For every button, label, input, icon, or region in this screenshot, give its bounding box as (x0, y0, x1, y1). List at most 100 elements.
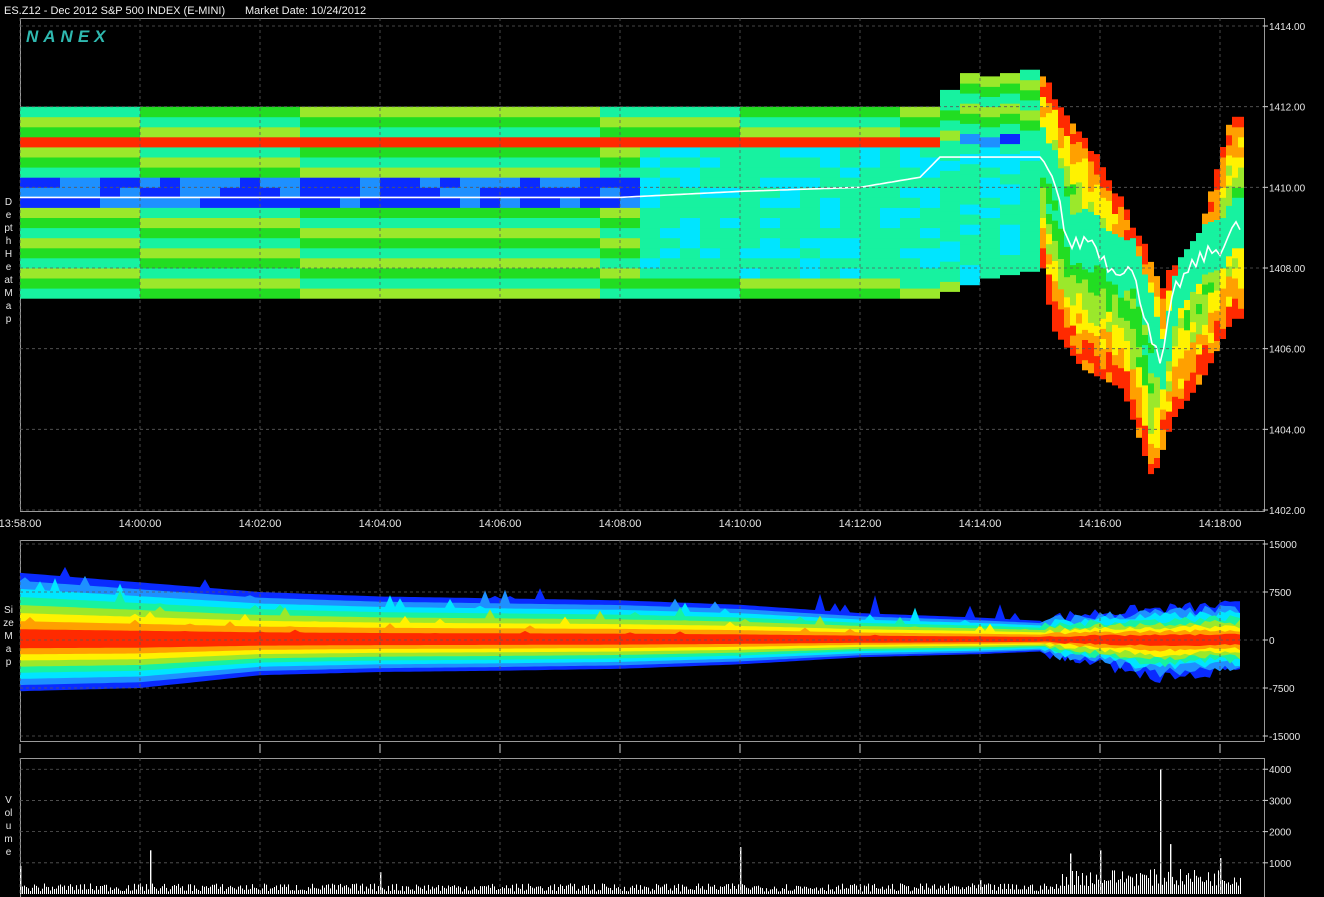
volume-bar (442, 885, 443, 894)
heat-cell (640, 147, 660, 158)
heat-cell (760, 177, 780, 188)
heat-cell (820, 278, 840, 289)
heat-cell (1088, 171, 1094, 182)
heat-cell (400, 257, 420, 269)
heat-cell (360, 288, 380, 299)
heat-cell (120, 126, 140, 138)
volume-bar (1190, 878, 1191, 894)
volume-bar (736, 888, 737, 894)
heat-cell (1202, 223, 1208, 235)
heat-cell (620, 197, 640, 208)
volume-bar (1132, 877, 1133, 894)
heat-cell (200, 157, 220, 168)
heat-cell (640, 278, 660, 289)
volume-bar (284, 884, 285, 894)
heat-cell (1052, 250, 1058, 261)
heat-cell (860, 217, 880, 229)
heat-cell (940, 180, 960, 192)
heat-cell (300, 257, 320, 269)
heat-cell (500, 227, 520, 239)
heat-cell (100, 197, 120, 208)
heat-cell (940, 160, 960, 171)
heat-cell (1124, 310, 1130, 321)
heat-cell (1172, 295, 1178, 307)
heat-cell (480, 288, 500, 299)
heat-cell (780, 157, 800, 168)
heat-cell (1184, 279, 1190, 290)
heat-cell (360, 177, 380, 188)
heat-cell (1100, 358, 1106, 370)
volume-bar (672, 890, 673, 894)
heat-cell (880, 288, 900, 299)
heat-cell (1118, 206, 1124, 217)
heat-cell (1070, 345, 1076, 356)
volume-bar (874, 883, 875, 894)
heat-cell (60, 257, 80, 269)
volume-bar (480, 886, 481, 894)
volume-bar (838, 885, 839, 894)
heat-cell (1148, 302, 1154, 313)
heat-cell (1020, 110, 1040, 121)
heat-cell (760, 157, 780, 168)
volume-bar (670, 888, 671, 894)
heat-cell (1118, 347, 1124, 359)
volume-bar (46, 886, 47, 894)
heat-cell (1136, 387, 1142, 398)
heat-cell (420, 116, 440, 128)
heat-cell (840, 106, 860, 118)
heat-cell (280, 217, 300, 229)
heat-cell (140, 288, 160, 299)
heat-cell (180, 247, 200, 259)
volume-bar (254, 887, 255, 894)
heat-cell (1130, 288, 1136, 299)
heat-cell (1118, 367, 1124, 379)
heat-cell (480, 116, 500, 128)
volume-bar (212, 884, 213, 894)
volume-bar (1050, 886, 1051, 894)
heat-cell (220, 237, 240, 249)
heat-cell (40, 197, 60, 208)
heat-cell (1046, 82, 1052, 93)
heat-cell (1040, 207, 1046, 218)
volume-bar (834, 891, 835, 894)
heat-cell (560, 217, 580, 229)
heat-cell (600, 167, 620, 178)
heat-cell (1020, 231, 1040, 242)
volume-bar (684, 886, 685, 894)
volume-bar (474, 886, 475, 894)
heat-cell (1100, 328, 1106, 339)
volume-bar (726, 884, 727, 894)
heat-cell (380, 167, 400, 178)
heat-cell (500, 187, 520, 198)
volume-bar (666, 883, 667, 894)
volume-bar (172, 886, 173, 894)
heat-cell (1214, 179, 1220, 190)
heat-cell (1226, 245, 1232, 257)
heat-cell (960, 234, 980, 245)
volume-bar (720, 886, 721, 894)
volume-bar (92, 889, 93, 894)
volume-bar (678, 883, 679, 894)
heat-cell (960, 173, 980, 185)
heat-cell (740, 177, 760, 188)
heat-cell (500, 268, 520, 279)
heat-cell (520, 167, 540, 178)
heat-cell (840, 147, 860, 158)
volume-bar (414, 890, 415, 894)
heat-cell (640, 177, 660, 188)
heat-cell (180, 278, 200, 289)
heat-cell (20, 147, 40, 158)
heat-cell (1220, 268, 1226, 279)
heat-cell (160, 116, 180, 128)
volume-bar (574, 883, 575, 894)
volume-bar (438, 885, 439, 894)
heat-cell (400, 207, 420, 218)
heat-cell (860, 247, 880, 259)
heat-cell (1064, 165, 1070, 177)
heat-cell (800, 227, 820, 239)
volume-bar (974, 885, 975, 894)
heat-cell (160, 227, 180, 239)
heat-cell (440, 157, 460, 168)
heat-cell (1220, 288, 1226, 299)
heat-cell (400, 147, 420, 158)
